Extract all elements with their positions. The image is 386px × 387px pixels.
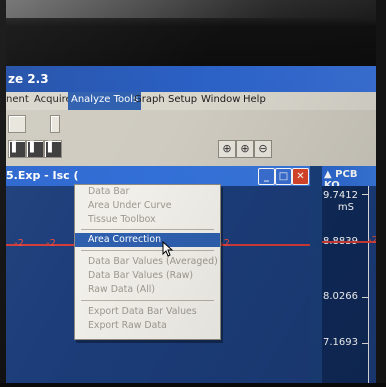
menu-separator [81,229,214,230]
right-panel-titlebar: ▲ PCB KO [322,166,376,191]
axis-tick [362,297,368,298]
minimize-button[interactable]: _ [258,168,275,185]
trace-label: -2 [46,238,56,249]
toolbar-button[interactable]: ▌ [26,140,44,158]
zoom-out-icon[interactable]: ⊖ [254,140,272,158]
menu-item-label: Data Bar Values (Averaged) [88,256,218,267]
menubar: nent Acquire Analyze Tools Graph Setup W… [6,92,376,111]
menu-item-raw-data-all[interactable]: Raw Data (All) [75,283,220,297]
menu-item-help[interactable]: Help [243,94,266,105]
menu-item-window[interactable]: Window [201,94,240,105]
axis-value: 9.7412 [323,190,358,201]
toolbar-button[interactable] [8,115,26,133]
axis-tick [362,343,368,344]
y-axis: 9.7412 mS 8.8839 8.0266 7.1693 [322,186,369,383]
document-titlebar: 5.Exp - Isc ( _ □ ✕ [6,166,310,186]
screen: ze 2.3 nent Acquire Analyze Tools Graph … [6,66,376,383]
toolbar-button[interactable]: ▌ [8,140,26,158]
menu-item-analyze-tools[interactable]: Analyze Tools [68,92,142,110]
toolbar: ▌ ▌ ▌ ⊕ ⊕ ⊖ [6,110,376,166]
menu-item-label: Data Bar Values (Raw) [88,270,194,281]
document-title: 5.Exp - Isc ( [6,169,79,182]
zoom-in-icon[interactable]: ⊕ [236,140,254,158]
zoom-fit-icon[interactable]: ⊕ [218,140,236,158]
menu-item-label: Data Bar [88,186,130,197]
menu-item-graph[interactable]: Graph [134,94,165,105]
menu-item-tissue-toolbox[interactable]: Tissue Toolbox [75,213,220,227]
trace-label: -2 [368,235,376,246]
menu-item-document[interactable]: nent [6,94,29,105]
trace-label: -2 [220,238,230,249]
trace-label: -2 [14,238,24,249]
menu-item-setup[interactable]: Setup [168,94,197,105]
mouse-pointer-icon [162,241,174,257]
close-button[interactable]: ✕ [292,168,309,185]
menu-item-label: Area Correction [88,234,162,245]
axis-unit: mS [337,202,354,213]
app-titlebar: ze 2.3 [6,66,376,92]
menu-item-export-raw-data[interactable]: Export Raw Data [75,319,220,333]
maximize-button[interactable]: □ [275,168,292,185]
axis-tick [362,194,368,195]
menu-item-acquire[interactable]: Acquire [34,94,72,105]
monitor-bezel-bottom [0,383,386,387]
menu-item-data-bar[interactable]: Data Bar [75,185,220,199]
axis-value: 8.0266 [323,291,358,302]
menu-item-label: Tissue Toolbox [88,214,156,225]
bezel-glare [0,0,386,18]
right-panel: ▲ PCB KO 9.7412 mS 8.8839 8.0266 7.1693 … [322,166,376,383]
toolbar-row-1 [6,112,376,134]
menu-item-export-data-bar-values[interactable]: Export Data Bar Values [75,305,220,319]
menu-item-data-bar-values-raw[interactable]: Data Bar Values (Raw) [75,269,220,283]
toolbar-button[interactable] [50,115,60,133]
menu-item-label: Export Raw Data [88,320,167,331]
menu-separator [81,250,214,251]
monitor-bezel-right [376,0,386,387]
menu-item-label: Raw Data (All) [88,284,156,295]
app-title: ze 2.3 [8,72,49,86]
menu-item-data-bar-values-averaged[interactable]: Data Bar Values (Averaged) [75,255,220,269]
menu-item-label: Export Data Bar Values [88,306,197,317]
menu-item-label: Area Under Curve [88,200,172,211]
toolbar-button[interactable]: ▌ [44,140,62,158]
menu-item-area-under-curve[interactable]: Area Under Curve [75,199,220,213]
toolbar-row-2: ▌ ▌ ▌ ⊕ ⊕ ⊖ [6,138,376,162]
menu-separator [81,300,214,301]
menu-item-area-correction[interactable]: Area Correction [75,233,220,247]
axis-value: 7.1693 [323,337,358,348]
analyze-tools-menu: Data Bar Area Under Curve Tissue Toolbox… [74,184,221,340]
